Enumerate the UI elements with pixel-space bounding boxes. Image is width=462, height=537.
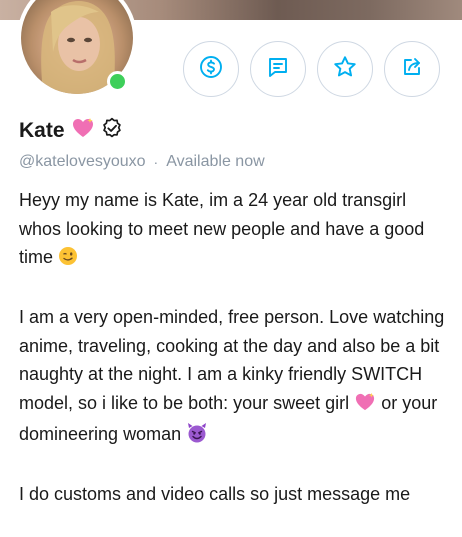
bio-paragraph: Heyy my name is Kate, im a 24 year old t…	[19, 186, 449, 275]
message-icon	[266, 55, 290, 84]
profile-actions	[183, 41, 440, 97]
profile-name-row: Kate	[19, 117, 123, 144]
smiling-devil-icon	[186, 422, 208, 452]
separator-dot: ·	[153, 154, 159, 170]
share-button[interactable]	[384, 41, 440, 97]
bio-text: Heyy my name is Kate, im a 24 year old t…	[19, 190, 425, 267]
profile-bio: Heyy my name is Kate, im a 24 year old t…	[19, 186, 449, 537]
winking-face-icon	[58, 246, 78, 275]
bio-paragraph: I am a very open-minded, free person. Lo…	[19, 303, 449, 452]
dollar-tip-icon	[199, 55, 223, 84]
sparkling-heart-icon	[71, 117, 95, 144]
favorite-button[interactable]	[317, 41, 373, 97]
profile-name: Kate	[19, 118, 65, 142]
share-icon	[400, 55, 424, 84]
star-icon	[332, 54, 358, 85]
verified-badge-icon	[101, 117, 123, 144]
availability-status: Available now	[166, 153, 265, 170]
sparkling-heart-icon	[354, 392, 376, 421]
message-button[interactable]	[250, 41, 306, 97]
bio-text: I do customs and video calls so just mes…	[19, 484, 411, 504]
bio-paragraph: I do customs and video calls so just mes…	[19, 480, 449, 509]
online-status-dot	[107, 71, 128, 92]
handle-row: @katelovesyouxo · Available now	[19, 153, 265, 171]
tip-button[interactable]	[183, 41, 239, 97]
profile-handle[interactable]: @katelovesyouxo	[19, 153, 146, 171]
